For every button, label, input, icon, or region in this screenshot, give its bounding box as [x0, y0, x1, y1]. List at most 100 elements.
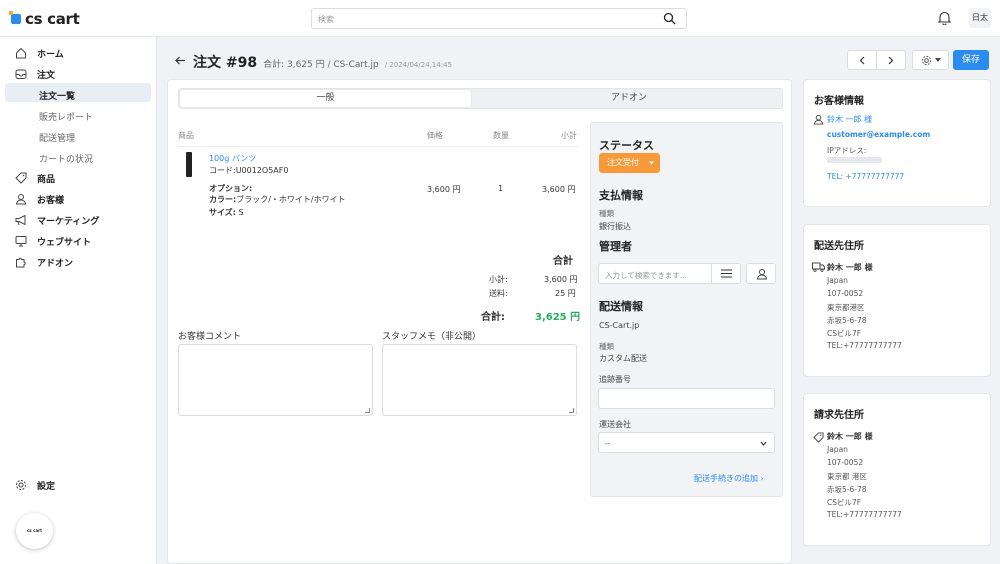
product-size: サイズ: S: [209, 208, 244, 217]
sidebar-item-addons[interactable]: アドオン: [15, 254, 73, 270]
prev-order-button[interactable]: [847, 50, 877, 70]
sidebar-item-customers[interactable]: お客様: [15, 191, 64, 207]
sidebar-item-label: お客様: [37, 195, 65, 206]
add-shipment-link[interactable]: 配送手続きの追加 ›: [694, 473, 764, 484]
tab-addons[interactable]: アドオン: [479, 90, 779, 107]
billing-line: Japan: [827, 445, 848, 454]
list-icon[interactable]: [721, 269, 732, 278]
sidebar-item-label: ウェブサイト: [37, 237, 92, 248]
user-icon: [813, 114, 824, 125]
staff-memo-textarea[interactable]: [382, 344, 577, 416]
user-icon: [756, 269, 768, 280]
col-header-price: 価格: [427, 131, 443, 140]
customer-name-link[interactable]: 鈴木 一郎 様: [827, 114, 872, 125]
search-input[interactable]: 検索: [311, 8, 687, 29]
payment-heading: 支払情報: [599, 189, 643, 202]
tag-icon: [813, 432, 824, 443]
assign-user-button[interactable]: [746, 263, 776, 284]
page-title: 注文 #98: [193, 55, 258, 71]
page-subtitle: 合計: 3,625 円 / CS-Cart.jp: [263, 60, 379, 70]
sidebar-item-settings[interactable]: 設定: [15, 477, 55, 493]
sidebar-subitem-order-list[interactable]: 注文一覧: [39, 89, 75, 102]
sidebar-subitem-cart-status[interactable]: カートの状況: [39, 152, 93, 165]
caret-down-icon: [649, 161, 654, 165]
resize-grip-icon[interactable]: [569, 408, 574, 413]
billing-address-title: 請求先住所: [814, 410, 864, 421]
inbox-icon: [15, 69, 27, 79]
customer-comment-label: お客様コメント: [178, 332, 242, 342]
subtotal-label: 小計:: [489, 275, 508, 284]
user-icon: [15, 194, 27, 205]
bell-icon[interactable]: [938, 11, 951, 25]
customer-info-card: お客様情報 鈴木 一郎 様 customer@example.com IPアドレ…: [803, 79, 991, 207]
truck-icon: [812, 262, 825, 272]
sidebar-item-marketing[interactable]: マーケティング: [15, 212, 99, 228]
chevron-down-icon: [760, 441, 767, 446]
customer-info-title: お客様情報: [814, 96, 864, 107]
sidebar-item-home[interactable]: ホーム: [15, 45, 64, 61]
product-code: コード:U0012O5AF0: [209, 166, 289, 175]
puzzle-icon: [16, 257, 26, 268]
megaphone-icon: [15, 214, 26, 226]
chevron-left-icon: [859, 56, 865, 64]
order-date: / 2024/04/24,14:45: [384, 61, 453, 69]
caret-down-icon: [934, 58, 941, 62]
sidebar-subitem-sales-report[interactable]: 販売レポート: [39, 110, 93, 123]
logo[interactable]: cs cart: [9, 10, 80, 28]
col-header-subtotal: 小計: [561, 131, 577, 140]
product-thumbnail[interactable]: [186, 152, 192, 177]
user-avatar[interactable]: 日太: [969, 8, 991, 28]
sidebar-active-highlight: [5, 83, 151, 102]
shipping-line: 東京都港区: [827, 303, 865, 312]
manager-search-input[interactable]: 入力して検索できます...: [598, 263, 741, 284]
billing-line: CSビル7F: [827, 498, 862, 507]
product-subtotal: 3,600 円: [542, 185, 576, 194]
carrier-label: 運送会社: [599, 420, 631, 429]
search-placeholder: 検索: [318, 15, 334, 24]
save-button[interactable]: 保存: [953, 50, 989, 70]
customer-comment-textarea[interactable]: [178, 344, 373, 416]
next-order-button[interactable]: [876, 50, 906, 70]
tag-icon: [15, 172, 27, 184]
sidebar-item-orders[interactable]: 注文: [15, 66, 55, 82]
sidebar-subitem-shipping[interactable]: 配送管理: [39, 131, 75, 144]
tracking-number-input[interactable]: [598, 388, 775, 409]
billing-line: 赤坂5-6-78: [827, 485, 867, 494]
search-icon[interactable]: [663, 12, 676, 25]
shipping-info-heading: 配送情報: [599, 300, 643, 313]
manager-search-placeholder: 入力して検索できます...: [605, 271, 687, 280]
manager-heading: 管理者: [599, 240, 632, 253]
billing-line: 東京都 港区: [827, 472, 867, 481]
billing-line: TEL:+77777777777: [827, 510, 902, 519]
sidebar-item-label: ホーム: [37, 49, 64, 60]
status-heading: ステータス: [599, 139, 654, 152]
sidebar-item-products[interactable]: 商品: [15, 170, 55, 186]
shipping-cost-value: 25 円: [555, 289, 576, 298]
order-status-panel: ステータス 注文受付 支払情報 種類 銀行振込 管理者 入力して検索できます..…: [590, 122, 783, 497]
product-name-link[interactable]: 100g パンツ: [209, 153, 256, 164]
back-arrow-icon[interactable]: [175, 56, 186, 65]
cs-cart-badge[interactable]: cs cart: [16, 513, 53, 549]
tab-general[interactable]: 一般: [180, 90, 471, 107]
billing-line: 107-0052: [827, 458, 864, 467]
billing-name: 鈴木 一郎 様: [827, 432, 873, 441]
shipping-site: CS-Cart.jp: [599, 321, 640, 330]
col-header-qty: 数量: [493, 131, 509, 140]
carrier-select[interactable]: --: [598, 432, 775, 453]
shipping-line: 赤坂5-6-78: [827, 316, 867, 325]
ip-address-label: IPアドレス:: [827, 146, 867, 155]
tracking-label: 追跡番号: [599, 375, 631, 384]
total-label: 合計:: [481, 312, 505, 323]
resize-grip-icon[interactable]: [365, 408, 370, 413]
status-dropdown[interactable]: 注文受付: [599, 153, 660, 173]
table-divider: [178, 146, 578, 147]
sidebar-item-website[interactable]: ウェブサイト: [15, 233, 91, 249]
shipping-line: CSビル7F: [827, 329, 862, 338]
product-color: カラー:ブラック/・ホワイト/ホワイト: [209, 195, 346, 204]
shipping-name: 鈴木 一郎 様: [827, 263, 873, 272]
customer-email-link[interactable]: customer@example.com: [827, 130, 930, 139]
settings-dropdown-button[interactable]: [912, 50, 949, 70]
customer-tel-link[interactable]: TEL: +77777777777: [827, 172, 904, 181]
shipping-line: TEL:+77777777777: [827, 341, 902, 350]
page-header: 注文 #98 合計: 3,625 円 / CS-Cart.jp / 2024/0…: [193, 52, 452, 72]
